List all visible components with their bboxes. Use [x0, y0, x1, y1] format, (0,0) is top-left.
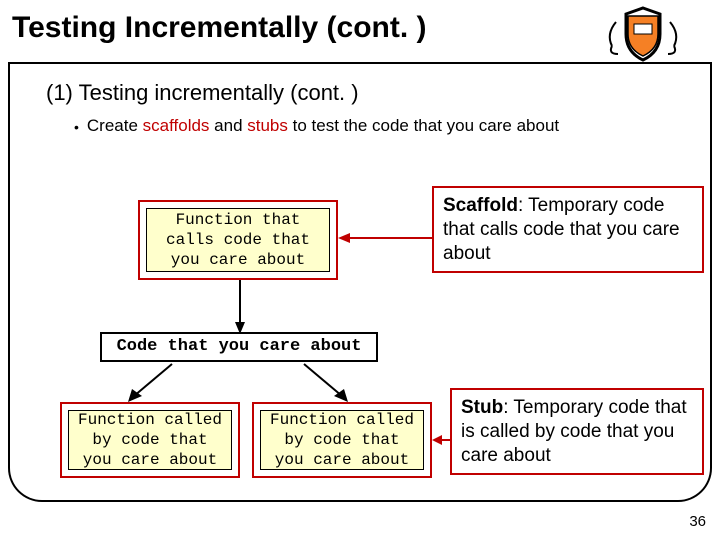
stub-annotation: Stub: Temporary code that is called by c… [450, 388, 704, 475]
called-box-2: Function called by code that you care ab… [252, 402, 432, 478]
arrow-caller-to-code [232, 278, 248, 334]
arrow-code-to-called1 [120, 362, 180, 406]
slide-title: Testing Incrementally (cont. ) [12, 11, 427, 45]
code-care-text: Code that you care about [117, 336, 362, 357]
page-number: 36 [689, 513, 706, 530]
bullet-pre: Create [87, 116, 143, 135]
scaffold-annotation: Scaffold: Temporary code that calls code… [432, 186, 704, 273]
subtitle: (1) Testing incrementally (cont. ) [46, 80, 359, 106]
princeton-crest-icon [588, 4, 698, 64]
code-care-box: Code that you care about [100, 332, 378, 362]
called-text-2: Function called by code that you care ab… [260, 410, 424, 470]
bullet-kw-stubs: stubs [247, 116, 288, 135]
bullet-icon: • [74, 119, 79, 135]
bullet-post: to test the code that you care about [288, 116, 559, 135]
called-text-1: Function called by code that you care ab… [68, 410, 232, 470]
bullet-kw-scaffolds: scaffolds [143, 116, 210, 135]
bullet-line: • Create scaffolds and stubs to test the … [74, 116, 559, 136]
slide: Testing Incrementally (cont. ) (1) Testi… [0, 0, 720, 540]
arrow-stub [432, 432, 452, 448]
scaffold-caller-text: Function that calls code that you care a… [146, 208, 330, 272]
arrow-code-to-called2 [296, 362, 356, 406]
scaffold-caller-box: Function that calls code that you care a… [138, 200, 338, 280]
arrow-scaffold [338, 230, 434, 246]
called-box-1: Function called by code that you care ab… [60, 402, 240, 478]
scaffold-label: Scaffold [443, 195, 518, 216]
bullet-mid: and [209, 116, 247, 135]
stub-label: Stub [461, 397, 503, 418]
title-underline [8, 62, 712, 64]
